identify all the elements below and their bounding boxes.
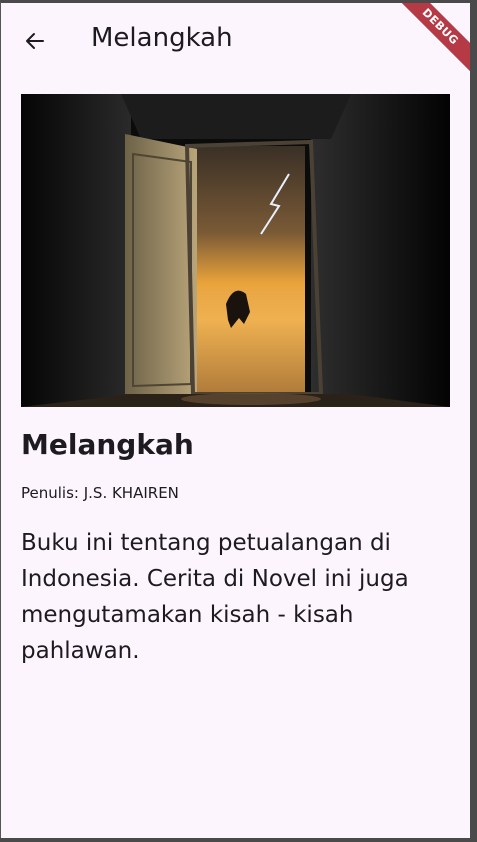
- book-description: Buku ini tentang petualangan di Indonesi…: [21, 530, 409, 664]
- book-author: Penulis: J.S. KHAIREN: [21, 484, 179, 502]
- back-button[interactable]: [15, 21, 55, 61]
- cover-illustration: [21, 94, 450, 407]
- app-bar: Melangkah: [1, 3, 470, 75]
- book-cover-image: [21, 94, 450, 407]
- arrow-left-icon: [26, 33, 44, 49]
- app-bar-title: Melangkah: [91, 23, 233, 53]
- book-title: Melangkah: [21, 428, 194, 461]
- app-screen: Melangkah DEBUG Melangkah Penulis: J.S. …: [0, 0, 470, 838]
